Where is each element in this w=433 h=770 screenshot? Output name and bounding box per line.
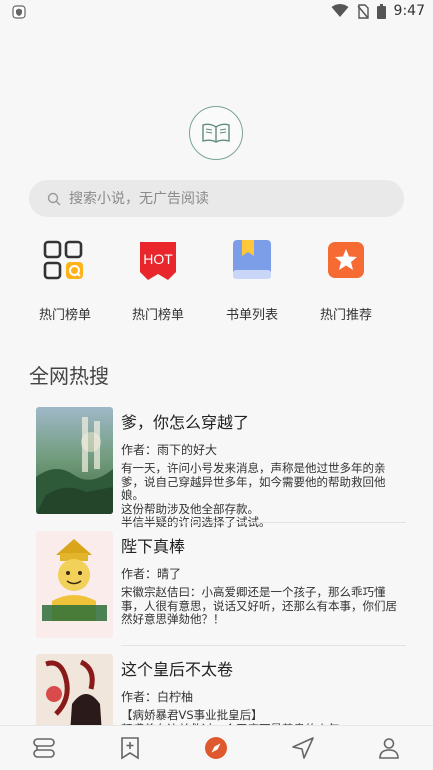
quick-link-recommend[interactable]: 热门推荐: [301, 238, 391, 323]
quick-links: 热门榜单 HOT 热门榜单 书单列表 热门推荐: [0, 238, 433, 328]
book-item[interactable]: 陛下真棒 作者：晴了 宋徽宗赵佶曰：小高爱卿还是一个孩子，那么乖巧懂事，人很有意…: [36, 531, 406, 641]
hot-icon: HOT: [136, 238, 180, 282]
wifi-icon: [331, 4, 349, 17]
quick-link-label: 热门榜单: [131, 308, 184, 323]
book-description: 【病娇暴君VS事业批皇后】 颜鸢曾在边关救过一个天底下最尊贵的少年，: [121, 708, 351, 725]
section-title: 全网热搜: [29, 364, 109, 388]
hot-badge-text: HOT: [143, 251, 173, 267]
book-list-icon: [230, 238, 274, 282]
book-info: 这个皇后不太卷 作者：白柠柚 【病娇暴君VS事业批皇后】 颜鸢曾在边关救过一个天…: [121, 654, 401, 725]
book-author: 作者：雨下的好大: [121, 443, 218, 457]
compass-icon[interactable]: [203, 735, 229, 761]
book-cover[interactable]: [36, 531, 113, 638]
battery-icon: [376, 3, 386, 19]
book-author: 作者：晴了: [121, 567, 182, 581]
status-bar: 9:47: [0, 0, 433, 24]
book-cover[interactable]: [36, 407, 113, 514]
star-icon: [324, 238, 368, 282]
book-item[interactable]: 这个皇后不太卷 作者：白柠柚 【病娇暴君VS事业批皇后】 颜鸢曾在边关救过一个天…: [36, 654, 406, 725]
book-cover[interactable]: [36, 654, 113, 725]
open-book-icon: [202, 123, 230, 143]
search-bar[interactable]: [29, 180, 404, 217]
bookshelf-icon[interactable]: [31, 735, 57, 761]
search-input[interactable]: [67, 189, 371, 208]
app-logo: [189, 106, 243, 160]
bottom-nav: [0, 725, 433, 770]
book-title: 陛下真棒: [121, 537, 186, 556]
quick-link-label: 热门榜单: [38, 308, 91, 323]
book-item[interactable]: 爹，你怎么穿越了 作者：雨下的好大 有一天，许问小号发来消息，声称是他过世多年的…: [36, 407, 406, 529]
user-icon[interactable]: [376, 735, 402, 761]
shield-icon: [12, 5, 26, 19]
quick-link-hot-list[interactable]: 热门榜单: [20, 238, 110, 323]
book-info: 爹，你怎么穿越了 作者：雨下的好大 有一天，许问小号发来消息，声称是他过世多年的…: [121, 407, 401, 530]
book-description: 有一天，许问小号发来消息，声称是他过世多年的亲爹，说自己穿越异世多年，如今需要他…: [121, 461, 386, 530]
no-sim-icon: [357, 3, 369, 19]
quick-link-hot[interactable]: HOT 热门榜单: [113, 238, 203, 323]
quick-link-label: 热门推荐: [319, 308, 372, 323]
send-icon[interactable]: [290, 735, 316, 761]
book-info: 陛下真棒 作者：晴了 宋徽宗赵佶曰：小高爱卿还是一个孩子，那么乖巧懂事，人很有意…: [121, 531, 401, 627]
divider: [121, 522, 406, 523]
search-icon: [47, 192, 61, 205]
book-title: 这个皇后不太卷: [121, 660, 234, 679]
grid-q-icon: [43, 238, 87, 282]
bookmark-add-icon[interactable]: [117, 735, 143, 761]
status-time: 9:47: [393, 3, 425, 19]
book-author: 作者：白柠柚: [121, 690, 194, 704]
divider: [121, 645, 406, 646]
quick-link-label: 书单列表: [225, 308, 278, 323]
book-title: 爹，你怎么穿越了: [121, 413, 250, 432]
book-description: 宋徽宗赵佶曰：小高爱卿还是一个孩子，那么乖巧懂事，人很有意思，说话又好听，还那么…: [121, 585, 397, 627]
quick-link-book-list[interactable]: 书单列表: [207, 238, 297, 323]
